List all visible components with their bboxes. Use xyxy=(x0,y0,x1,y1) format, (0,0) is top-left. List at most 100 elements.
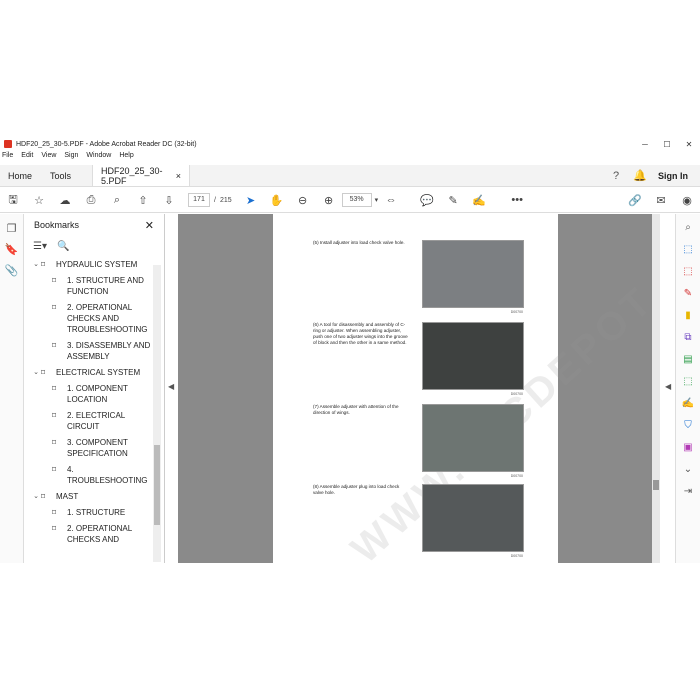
step-photo: D00700 xyxy=(422,322,524,396)
edit-pdf-icon[interactable]: ✎ xyxy=(676,288,700,302)
zoom-tool-icon[interactable]: ⌕ xyxy=(676,222,700,236)
tab-tools[interactable]: Tools xyxy=(42,165,92,186)
bookmark-ribbon-icon: ⌑ xyxy=(52,303,57,312)
help-icon[interactable]: ? xyxy=(604,170,628,182)
close-window-button[interactable]: ✕ xyxy=(678,140,700,149)
document-scrollbar[interactable] xyxy=(652,214,660,563)
bookmark-item[interactable]: ⌑ 2. ELECTRICAL CIRCUIT xyxy=(25,410,155,432)
tab-row: Home Tools HDF20_25_30-5.PDF × ? 🔔 Sign … xyxy=(0,165,700,187)
combine-files-icon[interactable]: ⧉ xyxy=(676,332,700,346)
zoom-level-dropdown[interactable]: 53% xyxy=(341,193,372,207)
page-down-icon[interactable]: ⇩ xyxy=(156,194,182,207)
expand-toggle-icon[interactable]: ⌄ xyxy=(31,491,41,502)
bookmark-ribbon-icon: ⌑ xyxy=(52,465,57,474)
collapse-right-pane-icon[interactable]: ⇥ xyxy=(676,486,700,500)
bookmark-star-icon[interactable]: ☆ xyxy=(26,194,52,207)
bookmark-tree: ⌄ ⌑ HYDRAULIC SYSTEM ⌑ 1. STRUCTURE AND FUNC… xyxy=(25,254,155,545)
compress-pdf-icon[interactable]: ▣ xyxy=(676,442,700,456)
email-icon[interactable]: ✉ xyxy=(648,194,674,207)
organize-pages-icon[interactable]: ▤ xyxy=(676,354,700,368)
bookmark-label: HYDRAULIC SYSTEM xyxy=(56,260,138,269)
document-scroll-thumb[interactable] xyxy=(653,480,659,490)
bookmark-item[interactable]: ⌑ 4. TROUBLESHOOTING xyxy=(25,464,155,486)
bookmark-item[interactable]: ⌑ 2. OPERATIONAL CHECKS AND xyxy=(25,523,155,545)
add-bookmark-icon[interactable]: 🔍 xyxy=(57,241,69,252)
bookmark-label: 1. STRUCTURE xyxy=(67,508,126,517)
tabrow-right: ? 🔔 Sign In xyxy=(604,165,700,186)
bookmark-ribbon-icon: ⌑ xyxy=(52,411,57,420)
bookmark-label: 4. TROUBLESHOOTING xyxy=(67,465,148,485)
bookmarks-scrollbar[interactable] xyxy=(153,265,161,562)
fit-page-icon[interactable]: ⇔ xyxy=(378,194,404,206)
expand-tools-icon[interactable]: ◀ xyxy=(665,382,671,391)
bookmark-label: 2. OPERATIONAL CHECKS AND TROUBLESHOOTIN… xyxy=(67,303,148,334)
tab-close-icon[interactable]: × xyxy=(176,171,181,181)
tab-home[interactable]: Home xyxy=(0,165,42,186)
collapse-panel-icon[interactable]: ◀ xyxy=(168,382,174,391)
attachments-icon[interactable]: 📎 xyxy=(0,264,23,277)
minimize-button[interactable]: ─ xyxy=(634,140,656,149)
comment-tool-icon[interactable]: ▮ xyxy=(676,310,700,324)
bookmark-section[interactable]: ⌄ ⌑ HYDRAULIC SYSTEM xyxy=(25,259,155,270)
zoom-out-icon[interactable]: ⊖ xyxy=(290,194,316,207)
menu-help[interactable]: Help xyxy=(119,152,133,164)
menu-edit[interactable]: Edit xyxy=(21,152,33,164)
menu-sign[interactable]: Sign xyxy=(64,152,78,164)
protect-icon[interactable]: ⛉ xyxy=(676,420,700,434)
zoom-in-icon[interactable]: ⊕ xyxy=(316,194,342,207)
document-viewport[interactable]: WWW.EPCDEPOT.COM (5) Install adjuster in… xyxy=(178,214,660,563)
bookmark-item[interactable]: ⌑ 1. STRUCTURE AND FUNCTION xyxy=(25,275,155,297)
options-menu-icon[interactable]: ☰▾ xyxy=(33,241,47,252)
menu-bar: File Edit View Sign Window Help xyxy=(0,152,142,164)
search-icon[interactable]: ⌕ xyxy=(104,194,130,207)
bookmarks-icon[interactable]: 🔖 xyxy=(0,243,23,256)
more-tools-chevron-icon[interactable]: ⌄ xyxy=(676,464,700,478)
create-pdf-icon[interactable]: ⬚ xyxy=(676,266,700,280)
photo-code: D00700 xyxy=(510,474,523,478)
bookmark-section[interactable]: ⌄ ⌑ MAST xyxy=(25,491,155,502)
highlight-pen-icon[interactable]: ✎ xyxy=(440,194,466,207)
step-text: (7) Assemble adjuster with attention of … xyxy=(313,404,399,415)
comment-icon[interactable]: 💬 xyxy=(414,194,440,207)
menu-view[interactable]: View xyxy=(41,152,56,164)
scroll-thumb[interactable] xyxy=(154,445,160,525)
bookmark-item[interactable]: ⌑ 1. STRUCTURE xyxy=(25,507,155,518)
bookmark-item[interactable]: ⌑ 3. COMPONENT SPECIFICATION xyxy=(25,437,155,459)
bookmark-label: ELECTRICAL SYSTEM xyxy=(56,368,141,377)
bookmark-label: 1. STRUCTURE AND FUNCTION xyxy=(67,276,144,296)
account-icon[interactable]: ◉ xyxy=(674,194,700,207)
page-up-icon[interactable]: ⇧ xyxy=(130,194,156,207)
more-tools-icon[interactable]: ••• xyxy=(504,194,530,206)
bookmark-item[interactable]: ⌑ 1. COMPONENT LOCATION xyxy=(25,383,155,405)
menu-window[interactable]: Window xyxy=(86,152,111,164)
print-icon[interactable]: ⎙ xyxy=(78,194,104,207)
bookmark-label: 2. OPERATIONAL CHECKS AND xyxy=(67,524,132,544)
bookmark-ribbon-icon: ⌑ xyxy=(52,508,57,517)
bookmark-section[interactable]: ⌄ ⌑ ELECTRICAL SYSTEM xyxy=(25,367,155,378)
sign-icon[interactable]: ✍ xyxy=(466,194,492,207)
select-cursor-icon[interactable]: ➤ xyxy=(238,194,264,207)
expand-toggle-icon[interactable]: ⌄ xyxy=(31,367,41,378)
hand-tool-icon[interactable]: ✋ xyxy=(264,194,290,207)
maximize-button[interactable]: ☐ xyxy=(656,140,678,149)
upload-cloud-icon[interactable]: ☁ xyxy=(52,194,78,207)
page-thumbnails-icon[interactable]: ❐ xyxy=(0,222,23,235)
acrobat-logo-icon xyxy=(4,140,12,148)
expand-toggle-icon[interactable]: ⌄ xyxy=(31,259,41,270)
fill-sign-icon[interactable]: ✍ xyxy=(676,398,700,412)
menu-file[interactable]: File xyxy=(2,152,13,164)
bookmark-item[interactable]: ⌑ 2. OPERATIONAL CHECKS AND TROUBLESHOOTI… xyxy=(25,302,155,335)
step-text: (5) Install adjuster into load check val… xyxy=(313,240,405,245)
close-icon[interactable]: ✕ xyxy=(145,219,154,232)
notification-bell-icon[interactable]: 🔔 xyxy=(628,169,652,182)
sign-in-button[interactable]: Sign In xyxy=(652,171,700,181)
acrobat-window: HDF20_25_30-5.PDF - Adobe Acrobat Reader… xyxy=(0,137,700,563)
export-pdf-icon[interactable]: ⬚ xyxy=(676,244,700,258)
share-link-icon[interactable]: 🔗 xyxy=(622,194,648,207)
tab-document[interactable]: HDF20_25_30-5.PDF × xyxy=(92,165,190,186)
scan-ocr-icon[interactable]: ⬚ xyxy=(676,376,700,390)
bookmark-item[interactable]: ⌑ 3. DISASSEMBLY AND ASSEMBLY xyxy=(25,340,155,362)
page-number-input[interactable]: 171 xyxy=(188,193,210,207)
save-icon[interactable]: 🖫 xyxy=(0,191,26,210)
bookmark-label: 1. COMPONENT LOCATION xyxy=(67,384,128,404)
